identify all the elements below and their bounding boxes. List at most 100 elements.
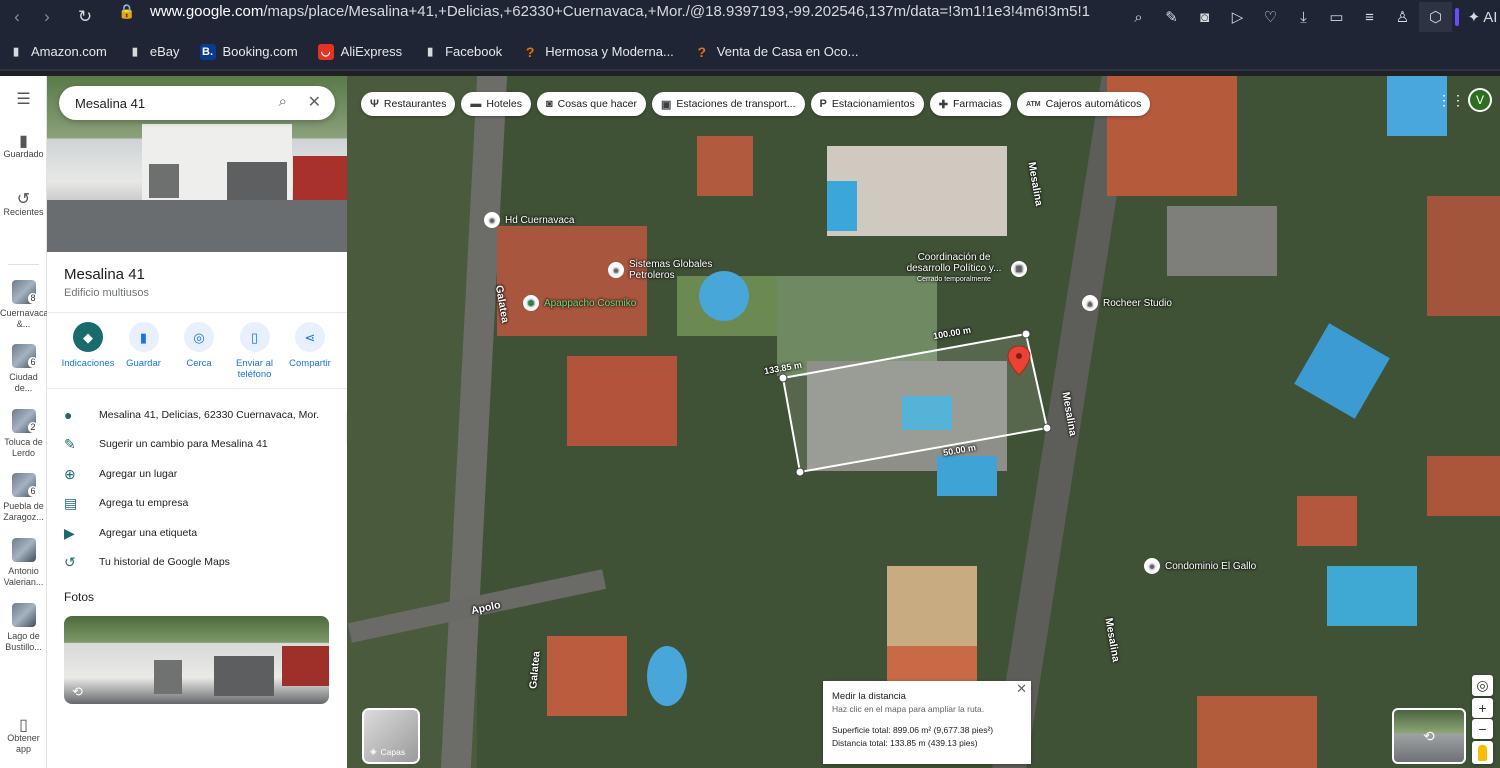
bookmark-ebay[interactable]: ▮ eBay [127, 44, 180, 60]
search-icon[interactable]: ⌕ [279, 93, 287, 110]
doc-icon: ▮ [131, 46, 138, 58]
menu-lines-icon[interactable]: ≡ [1353, 2, 1386, 32]
measure-title: Medir la distancia [832, 691, 906, 702]
recent-label: Antonio Valerian... [3, 566, 44, 587]
poi-label: Rocheer Studio [1103, 297, 1172, 309]
directions-button[interactable]: ◆ Indicaciones [61, 322, 115, 380]
add-place-row[interactable]: ⊕ Agregar un lugar [64, 463, 334, 485]
poi-rocheer[interactable]: ▲ Rocheer Studio [1082, 295, 1172, 311]
search-box[interactable]: Mesalina 41 ⌕ ✕ [59, 86, 335, 120]
search-input[interactable]: Mesalina 41 [75, 96, 145, 111]
history-row[interactable]: ↺ Tu historial de Google Maps [64, 551, 334, 573]
chip-pharmacies[interactable]: ✚ Farmacias [929, 92, 1011, 116]
profile-icon[interactable]: ♙ [1386, 2, 1419, 32]
sidebar-icon[interactable]: ▭ [1320, 2, 1353, 32]
nearby-label: Cerca [186, 358, 212, 369]
my-location-button[interactable]: ◎ [1472, 675, 1493, 696]
zoom-in-button[interactable]: + [1472, 698, 1493, 718]
chip-restaurants[interactable]: Ψ Restaurantes [361, 92, 456, 116]
layers-icon: ◈ [370, 746, 377, 756]
apps-grid-icon[interactable]: ⋮⋮ [1437, 92, 1465, 109]
bookmark-amazon[interactable]: ▮ Amazon.com [8, 44, 107, 60]
browser-toolbar: ‹ › ↻ 🔒 www.google.com/maps/place/Mesali… [0, 0, 1500, 34]
share-button[interactable]: ⋖ Compartir [283, 322, 337, 380]
photo-thumbnail[interactable]: ⟲ [64, 616, 329, 704]
bookmark-label: AliExpress [340, 44, 403, 59]
back-icon[interactable]: ‹ [2, 2, 32, 32]
pegman-button[interactable] [1472, 741, 1493, 764]
layers-button[interactable]: ◈ Capas [362, 708, 420, 764]
send-to-phone-button[interactable]: ▯ Enviar al teléfono [228, 322, 282, 380]
chip-label: Cajeros automáticos [1045, 98, 1142, 110]
recent-item[interactable]: 2 Toluca de Lerdo [0, 409, 47, 459]
measure-hint: Haz clic en el mapa para ampliar la ruta… [832, 704, 985, 714]
recent-button[interactable]: ↺ Recientes [0, 192, 47, 218]
measure-polygon [781, 332, 1049, 474]
street-view-thumbnail[interactable]: ⟲ [1392, 708, 1466, 764]
poi-hd-cuernavaca[interactable]: ● Hd Cuernavaca [484, 212, 574, 228]
place-category[interactable]: Edificio multiusos [64, 287, 149, 299]
add-label-row[interactable]: ▶ Agregar una etiqueta [64, 522, 334, 544]
bookmark-aliexpress[interactable]: ◡ AliExpress [317, 43, 403, 60]
nearby-button[interactable]: ◎ Cerca [172, 322, 226, 380]
recent-thumb: 6 [11, 473, 38, 497]
address-row[interactable]: ● Mesalina 41, Delicias, 62330 Cuernavaca… [64, 404, 334, 426]
recent-item[interactable]: 6 Puebla de Zaragoz... [0, 473, 47, 523]
close-icon[interactable]: ✕ [308, 92, 321, 112]
close-icon[interactable]: ✕ [1016, 682, 1027, 695]
rail-divider [8, 264, 39, 265]
poi-sistemas[interactable]: ● Sistemas Globales Petroleros [608, 259, 728, 281]
chip-atms[interactable]: ATM Cajeros automáticos [1016, 92, 1151, 116]
reload-icon[interactable]: ↻ [70, 2, 100, 32]
doc-icon: ▮ [427, 46, 434, 58]
address-bar[interactable]: www.google.com/maps/place/Mesalina+41,+D… [150, 0, 1090, 34]
download-icon[interactable]: ⤓ [1287, 2, 1320, 32]
hamburger-icon: ☰ [16, 91, 31, 108]
poi-condominio[interactable]: ● Condominio El Gallo [1144, 558, 1256, 574]
recent-item[interactable]: Lago de Bustillo... [0, 603, 47, 653]
minus-icon: − [1478, 721, 1487, 737]
menu-button[interactable]: ☰ [0, 91, 47, 108]
bookmark-venta[interactable]: ? Venta de Casa en Oco... [694, 44, 859, 60]
send-icon[interactable]: ▷ [1221, 2, 1254, 32]
chip-transit[interactable]: ▣ Estaciones de transport... [652, 92, 805, 116]
poi-coordinacion[interactable]: ▥ Coordinación de desarrollo Político y..… [902, 252, 1027, 285]
recent-item[interactable]: 8 Cuernavaca &... [0, 280, 49, 330]
bookmark-label: eBay [149, 44, 180, 59]
cube-icon[interactable]: ⬡ [1419, 2, 1452, 32]
recent-item[interactable]: Antonio Valerian... [0, 538, 47, 588]
poi-apapacho[interactable]: ✱ Apappacho Cosmiko [523, 295, 636, 311]
search-page-icon[interactable]: ⌕ [1122, 2, 1155, 32]
get-app-button[interactable]: ▯ Obtener app [0, 718, 47, 755]
recent-label: Cuernavaca &... [0, 308, 49, 329]
satellite-map[interactable]: 100.00 m 133.85 m 50.00 m Ψ Restaurantes … [347, 76, 1500, 768]
saved-button[interactable]: ▮ Guardado [0, 134, 47, 160]
camera-icon[interactable]: ◙ [1188, 2, 1221, 32]
suggest-edit-row[interactable]: ✎ Sugerir un cambio para Mesalina 41 [64, 433, 334, 455]
add-location-icon: ⊕ [64, 465, 76, 482]
ai-button[interactable]: ✦ AI [1452, 2, 1500, 32]
photo-red-wall [282, 646, 329, 686]
add-business-row[interactable]: ▤ Agrega tu empresa [64, 492, 334, 514]
heart-icon[interactable]: ♡ [1254, 2, 1287, 32]
star-icon: ✱ [523, 295, 539, 311]
recent-item[interactable]: 6 Ciudad de... [0, 344, 47, 394]
chip-hotels[interactable]: ▬ Hoteles [461, 92, 531, 116]
pin-icon: ● [64, 407, 73, 423]
bookmark-hermosa[interactable]: ? Hermosa y Moderna... [522, 44, 674, 60]
chip-things-to-do[interactable]: ◙ Cosas que hacer [536, 92, 647, 116]
directions-label: Indicaciones [61, 358, 115, 369]
pin-icon: ● [1144, 558, 1160, 574]
zoom-out-button[interactable]: − [1472, 719, 1493, 739]
avatar[interactable]: V [1468, 88, 1492, 112]
bookmark-booking[interactable]: B. Booking.com [199, 43, 298, 60]
chip-parking[interactable]: P Estacionamientos [810, 92, 924, 116]
pharmacy-icon: ✚ [938, 98, 948, 111]
bookmark-facebook[interactable]: ▮ Facebook [422, 44, 502, 60]
chip-label: Farmacias [952, 98, 1002, 110]
edit-icon[interactable]: ✎ [1155, 2, 1188, 32]
forward-icon[interactable]: › [32, 2, 62, 32]
save-button[interactable]: ▮ Guardar [117, 322, 171, 380]
label-icon: ▶ [64, 524, 75, 541]
atm-icon: ATM [1025, 100, 1041, 108]
